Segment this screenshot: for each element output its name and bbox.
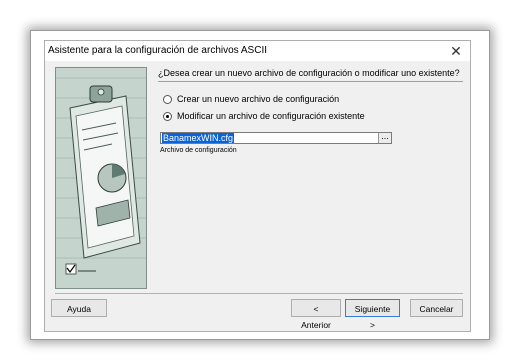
wizard-illustration <box>55 67 147 289</box>
radio-create-new[interactable] <box>163 94 172 104</box>
option-modify-existing-label: Modificar un archivo de configuración ex… <box>177 111 365 121</box>
next-button[interactable]: Siguiente > <box>345 299 400 330</box>
radio-modify-existing[interactable] <box>163 111 172 121</box>
option-create-new-label: Crear un nuevo archivo de configuración <box>177 94 340 104</box>
option-create-new[interactable]: Crear un nuevo archivo de configuración <box>163 92 339 106</box>
option-modify-existing[interactable]: Modificar un archivo de configuración ex… <box>163 109 365 123</box>
config-file-input[interactable]: BanamexWIN.cfg ... <box>160 132 392 144</box>
window-title: Asistente para la configuración de archi… <box>48 45 268 56</box>
browse-button[interactable]: ... <box>378 132 391 143</box>
config-file-caption: Archivo de configuración <box>160 147 237 154</box>
config-file-value[interactable]: BanamexWIN.cfg <box>162 133 235 143</box>
question-divider <box>158 81 463 82</box>
help-button[interactable]: Ayuda <box>51 299 107 317</box>
wizard-dialog: Asistente para la configuración de archi… <box>44 40 471 332</box>
clipboard-illustration-icon <box>56 68 146 288</box>
question-text: ¿Desea crear un nuevo archivo de configu… <box>158 68 460 78</box>
title-bar: Asistente para la configuración de archi… <box>45 41 470 61</box>
close-icon[interactable]: ✕ <box>448 43 464 59</box>
footer-divider <box>55 293 463 294</box>
back-button[interactable]: < Anterior <box>291 299 341 330</box>
cancel-button[interactable]: Cancelar <box>410 299 463 317</box>
